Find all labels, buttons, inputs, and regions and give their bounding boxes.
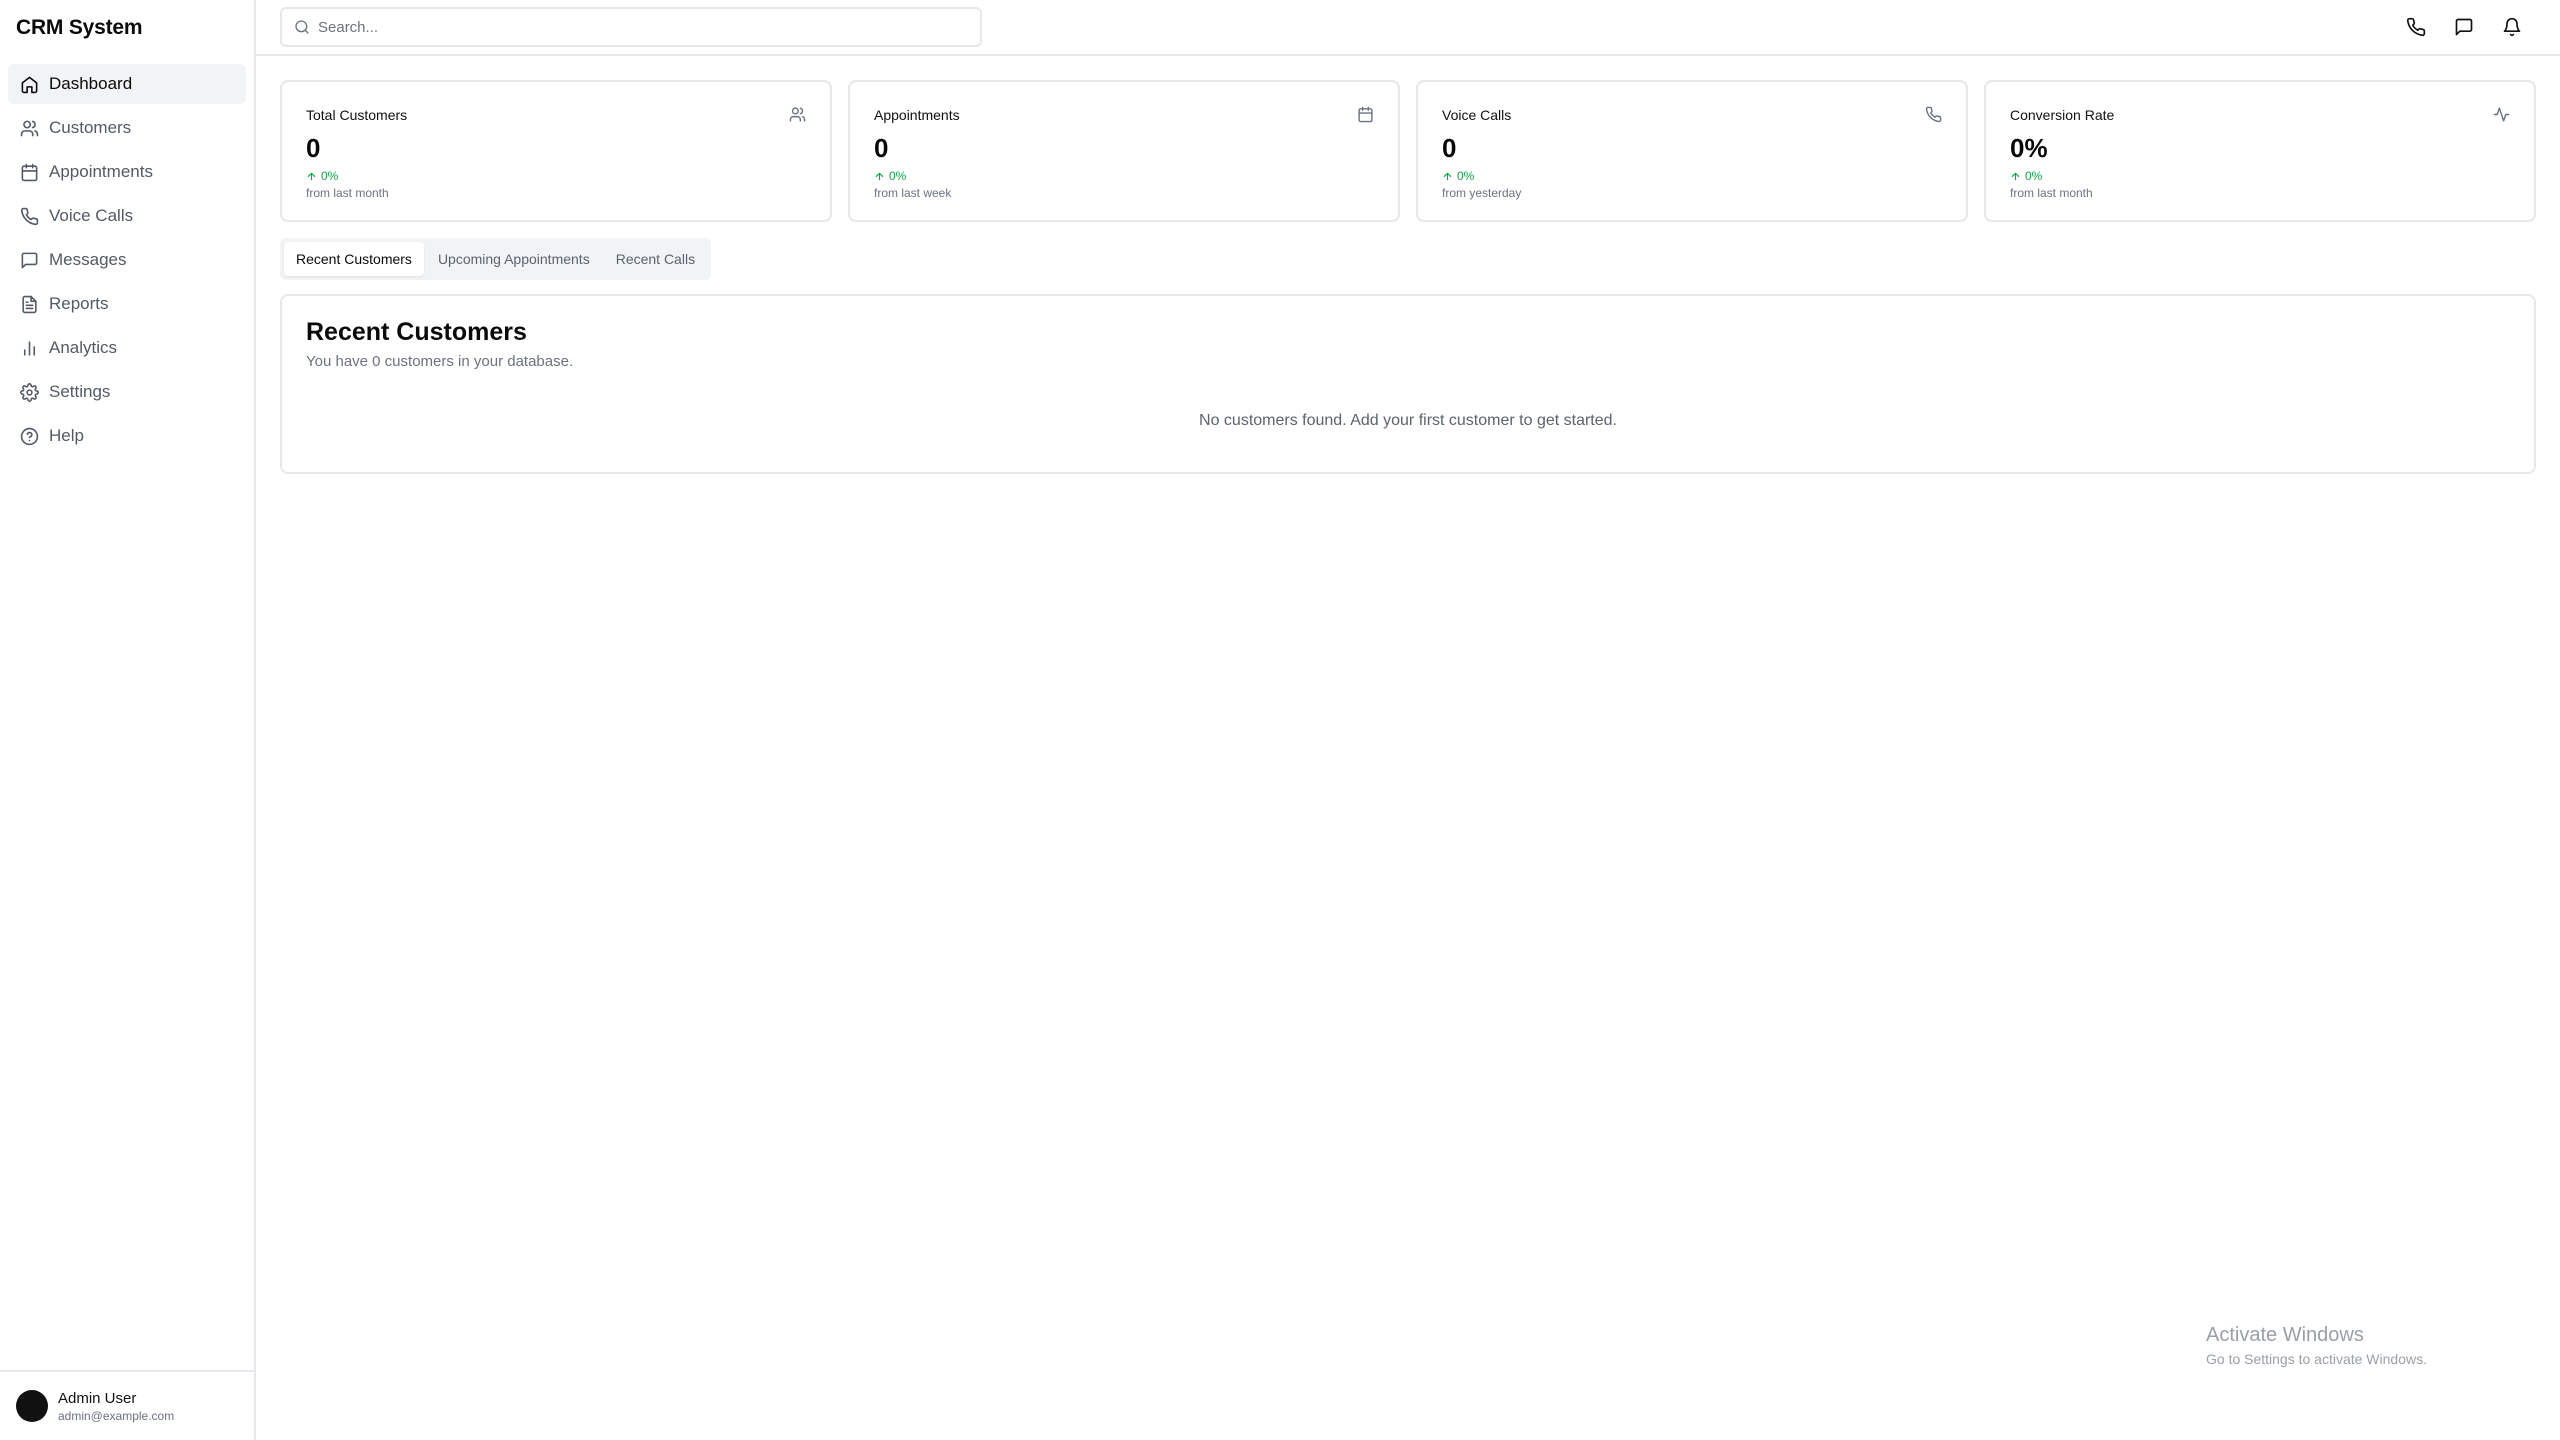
user-profile[interactable]: Admin User admin@example.com: [0, 1370, 254, 1440]
sidebar-item-dashboard[interactable]: Dashboard: [8, 64, 246, 104]
stat-value: 0: [306, 133, 321, 163]
sidebar-item-label: Settings: [49, 382, 111, 401]
search-icon: [295, 20, 309, 34]
sidebar-item-messages[interactable]: Messages: [8, 240, 246, 280]
gear-icon: [20, 382, 39, 402]
sidebar-item-label: Voice Calls: [49, 206, 134, 225]
stats-row: Total Customers 0 0% from last month App…: [280, 80, 2536, 222]
stat-change: 0%: [1442, 169, 1942, 183]
tab-recent-customers[interactable]: Recent Customers: [284, 242, 424, 276]
app: CRM System Dashboard Customers Appointme…: [0, 0, 2560, 1440]
stat-sub: from last week: [874, 186, 952, 200]
stat-change-value: 0%: [321, 169, 339, 183]
stat-sub: from last month: [306, 186, 389, 200]
sidebar: CRM System Dashboard Customers Appointme…: [0, 0, 256, 1440]
watermark-subtitle: Go to Settings to activate Windows.: [2206, 1351, 2427, 1367]
sidebar-item-voice-calls[interactable]: Voice Calls: [8, 196, 246, 236]
tab-list: Recent Customers Upcoming Appointments R…: [280, 238, 712, 280]
stat-card-voice-calls: Voice Calls 0 0% from yesterday: [1416, 80, 1968, 222]
stat-title: Voice Calls: [1442, 106, 1512, 123]
sidebar-item-label: Reports: [49, 294, 109, 313]
users-icon: [20, 120, 39, 136]
stat-title: Total Customers: [306, 106, 408, 123]
stat-sub: from yesterday: [1442, 186, 1522, 200]
activation-watermark: Activate Windows Go to Settings to activ…: [2206, 1324, 2427, 1367]
activity-icon: [2493, 107, 2510, 122]
tab-recent-calls[interactable]: Recent Calls: [604, 242, 707, 276]
help-circle-icon: [20, 427, 39, 445]
phone-icon[interactable]: [2406, 17, 2426, 37]
empty-state-message: No customers found. Add your first custo…: [1199, 412, 1617, 429]
sidebar-item-label: Appointments: [49, 162, 153, 181]
sidebar-item-label: Messages: [49, 250, 127, 269]
stat-title: Conversion Rate: [2010, 106, 2115, 123]
sidebar-item-label: Customers: [49, 118, 132, 137]
panel-title: Recent Customers: [306, 318, 527, 346]
stat-card-appointments: Appointments 0 0% from last week: [848, 80, 1400, 222]
sidebar-item-help[interactable]: Help: [8, 416, 246, 456]
file-text-icon: [22, 295, 37, 313]
stat-sub: from last month: [2010, 186, 2093, 200]
bell-icon[interactable]: [2502, 17, 2522, 37]
panel-subtitle: You have 0 customers in your database.: [306, 353, 574, 370]
stat-card-conversion-rate: Conversion Rate 0% 0% from last month: [1984, 80, 2536, 222]
stat-card-total-customers: Total Customers 0 0% from last month: [280, 80, 832, 222]
arrow-up-icon: [1443, 172, 1452, 180]
calendar-icon: [1358, 106, 1373, 123]
app-title: CRM System: [16, 16, 143, 39]
stat-title: Appointments: [874, 106, 960, 123]
sidebar-item-label: Help: [49, 426, 84, 445]
topbar: [256, 0, 2560, 56]
sidebar-item-reports[interactable]: Reports: [8, 284, 246, 324]
user-info: Admin User admin@example.com: [58, 1390, 174, 1423]
user-name: Admin User: [58, 1389, 137, 1407]
sidebar-item-analytics[interactable]: Analytics: [8, 328, 246, 368]
calendar-icon: [21, 163, 38, 181]
stat-value: 0%: [2010, 133, 2048, 163]
top-actions: [2406, 17, 2536, 37]
home-icon: [21, 76, 38, 93]
message-icon: [21, 252, 38, 268]
arrow-up-icon: [2011, 172, 2020, 180]
sidebar-nav: Dashboard Customers Appointments Voice C…: [0, 56, 254, 456]
stat-change: 0%: [306, 169, 806, 183]
user-email: admin@example.com: [58, 1408, 175, 1423]
sidebar-item-settings[interactable]: Settings: [8, 372, 246, 412]
sidebar-item-customers[interactable]: Customers: [8, 108, 246, 148]
bar-chart-icon: [23, 340, 36, 356]
stat-change-value: 0%: [2025, 169, 2043, 183]
recent-customers-panel: Recent Customers You have 0 customers in…: [280, 294, 2536, 474]
avatar: [16, 1390, 48, 1422]
message-icon[interactable]: [2454, 17, 2474, 37]
stat-change-value: 0%: [889, 169, 907, 183]
users-icon: [789, 107, 806, 122]
watermark-title: Activate Windows: [2206, 1324, 2364, 1346]
stat-value: 0: [874, 133, 889, 163]
sidebar-item-appointments[interactable]: Appointments: [8, 152, 246, 192]
stat-value: 0: [1442, 133, 1457, 163]
dashboard-content: Total Customers 0 0% from last month App…: [256, 56, 2560, 498]
phone-icon: [1925, 106, 1942, 123]
phone-icon: [20, 207, 39, 225]
main: Total Customers 0 0% from last month App…: [256, 0, 2560, 1440]
stat-change-value: 0%: [1457, 169, 1475, 183]
arrow-up-icon: [875, 172, 884, 180]
search-box: [280, 7, 982, 47]
sidebar-item-label: Dashboard: [49, 74, 133, 93]
brand: CRM System: [0, 0, 254, 56]
tab-upcoming-appointments[interactable]: Upcoming Appointments: [426, 242, 602, 276]
stat-change: 0%: [874, 169, 1374, 183]
search-input[interactable]: [318, 18, 968, 36]
stat-change: 0%: [2010, 169, 2510, 183]
arrow-up-icon: [307, 172, 316, 180]
sidebar-item-label: Analytics: [49, 338, 118, 357]
